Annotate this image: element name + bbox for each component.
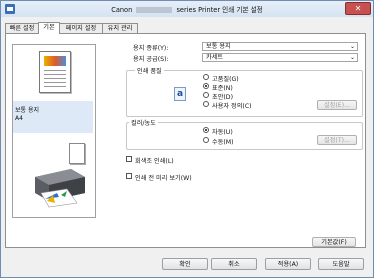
color-settings-button[interactable]: 설정(T)... <box>317 135 357 145</box>
print-quality-group: 인쇄 품질 a 고품질(G) 표준(N) 초안(D) 사용자 정의(C) 설정(… <box>126 66 363 117</box>
color-manual-radio[interactable] <box>203 137 209 143</box>
media-type-select[interactable]: 보통 용지 ⌄ <box>202 42 358 51</box>
quality-settings-button[interactable]: 설정(E)... <box>317 100 357 110</box>
color-intensity-group: 컬러/농도 자동(U) 수동(M) 설정(T)... <box>126 118 363 150</box>
color-auto-label[interactable]: 자동(U) <box>212 127 233 136</box>
quality-draft-label[interactable]: 초안(D) <box>212 92 233 101</box>
media-type-label: 용지 종류(Y): <box>133 45 169 52</box>
grayscale-checkbox[interactable] <box>126 156 132 162</box>
chevron-down-icon: ⌄ <box>349 54 355 61</box>
paper-source-label: 용지 공급(S): <box>133 56 169 63</box>
quality-standard-radio[interactable] <box>203 83 209 89</box>
cancel-button[interactable]: 취소 <box>211 258 257 270</box>
preview-media-type: 보통 용지 <box>15 107 39 114</box>
tab-quick-setup[interactable]: 빠른 설정 <box>5 23 39 33</box>
redacted-model-name <box>136 7 173 13</box>
page-preview-icon <box>39 51 71 93</box>
main-tab-panel: 보통 용지 A4 용지 종류(Y): 보통 용지 ⌄ 용지 공급(S): 카세트… <box>5 33 366 248</box>
chevron-down-icon: ⌄ <box>349 43 355 50</box>
quality-draft-radio[interactable] <box>203 92 209 98</box>
apply-button[interactable]: 적용(A) <box>265 258 311 270</box>
color-intensity-title: 컬러/농도 <box>129 118 158 127</box>
defaults-button[interactable]: 기본값(F) <box>312 237 356 247</box>
title-bar[interactable]: Canon series Printer 인쇄 기본 설정 ✕ <box>1 1 373 17</box>
ok-button[interactable]: 확인 <box>162 258 208 270</box>
window-title-suffix: series Printer 인쇄 기본 설정 <box>176 6 263 14</box>
tab-maintenance[interactable]: 유지 관리 <box>102 23 138 33</box>
paper-size-icon <box>69 143 85 164</box>
color-auto-radio[interactable] <box>203 127 209 133</box>
quality-high-label[interactable]: 고품질(G) <box>212 74 239 83</box>
quality-high-radio[interactable] <box>203 74 209 80</box>
printer-preferences-window: Canon series Printer 인쇄 기본 설정 ✕ 빠른 설정 기본… <box>0 0 374 278</box>
window-title-prefix: Canon <box>111 6 133 14</box>
preview-before-print-checkbox[interactable] <box>126 173 132 179</box>
quality-custom-radio[interactable] <box>203 101 209 107</box>
grayscale-label[interactable]: 회색조 인쇄(L) <box>135 156 174 165</box>
paper-source-select[interactable]: 카세트 ⌄ <box>202 53 358 62</box>
preview-paper-size: A4 <box>15 115 23 122</box>
window-title: Canon series Printer 인쇄 기본 설정 <box>1 4 373 14</box>
quality-standard-label[interactable]: 표준(N) <box>212 83 233 92</box>
media-type-value: 보통 용지 <box>206 43 231 50</box>
quality-custom-label[interactable]: 사용자 정의(C) <box>212 101 252 110</box>
tab-main[interactable]: 기본 <box>38 22 60 34</box>
color-manual-label[interactable]: 수동(M) <box>212 137 234 146</box>
help-button[interactable]: 도움말 <box>318 258 364 270</box>
printer-icon <box>35 169 85 208</box>
tab-page-setup[interactable]: 페이지 설정 <box>59 23 103 33</box>
preview-before-print-label[interactable]: 인쇄 전 미리 보기(W) <box>135 173 192 182</box>
paper-source-value: 카세트 <box>206 54 224 61</box>
print-quality-icon: a <box>174 87 186 101</box>
close-button[interactable]: ✕ <box>345 2 371 15</box>
settings-preview: 보통 용지 A4 <box>12 44 96 218</box>
print-quality-title: 인쇄 품질 <box>135 66 164 75</box>
